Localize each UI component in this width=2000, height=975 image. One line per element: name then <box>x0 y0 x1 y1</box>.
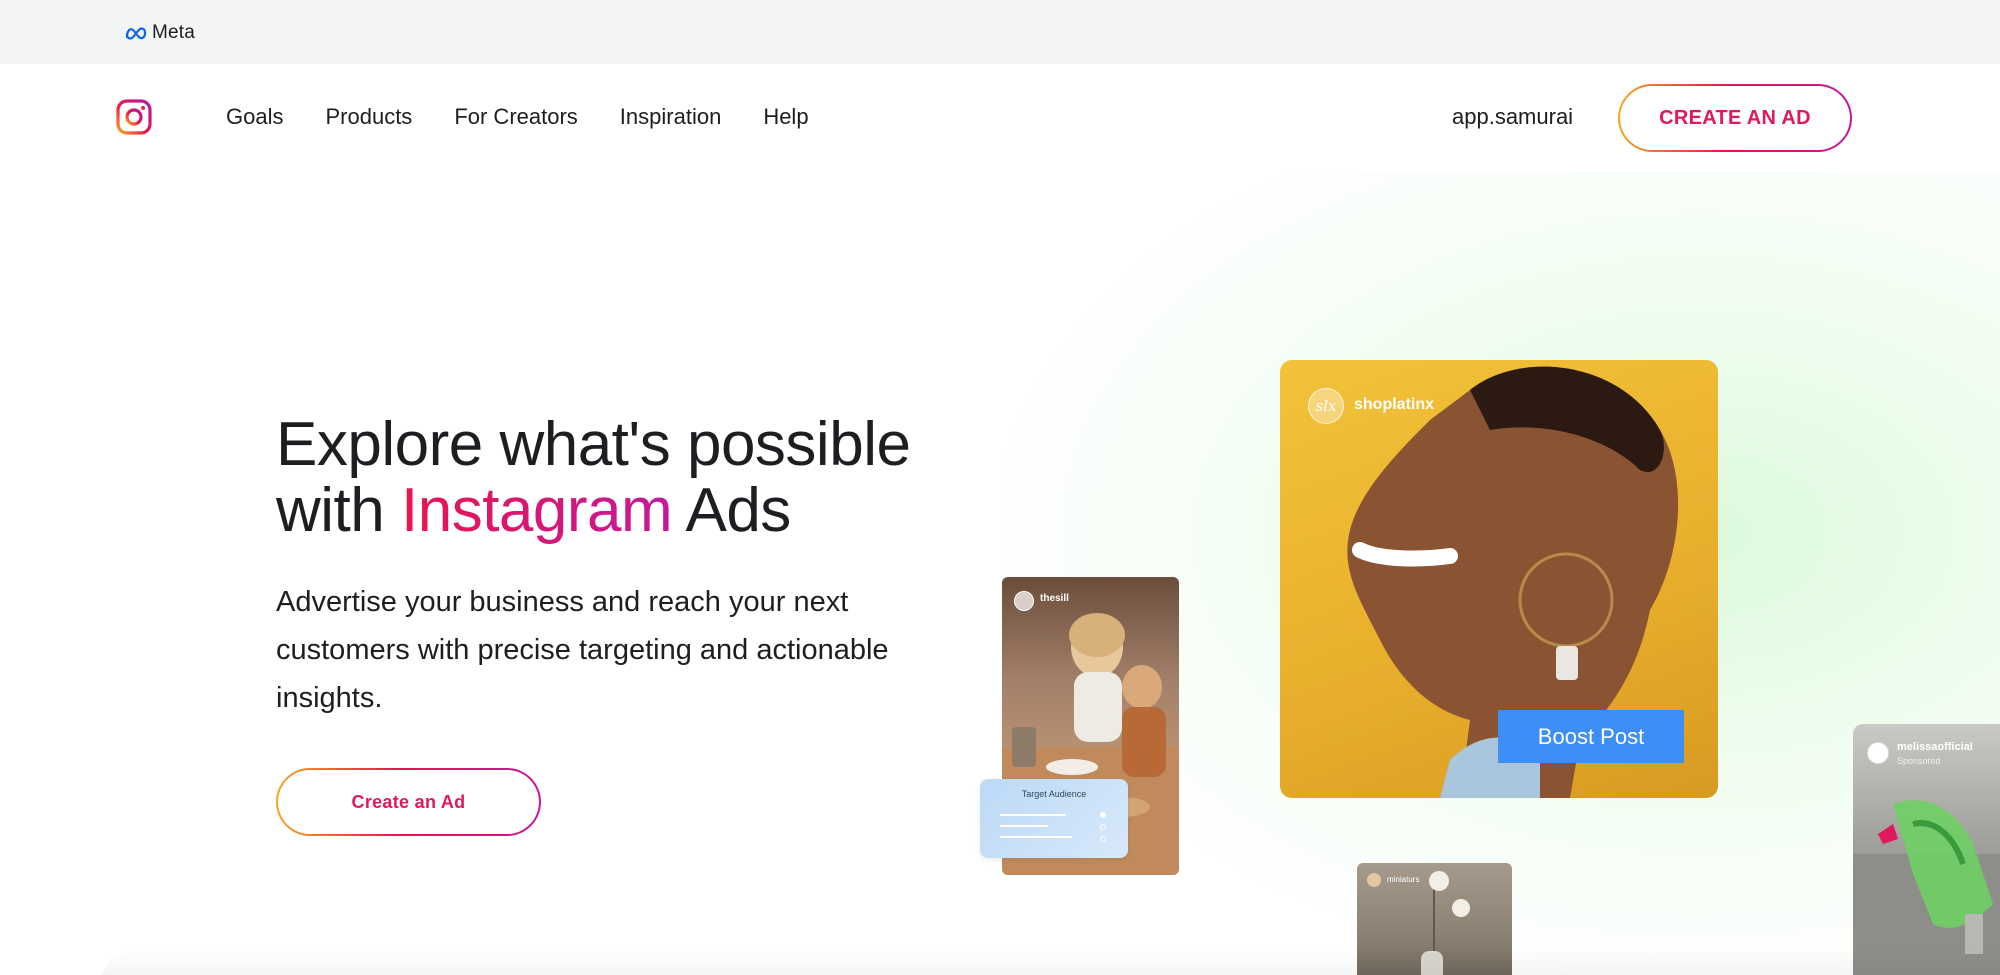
small-ad-avatar <box>1367 873 1381 887</box>
hero-title-accent: Instagram <box>400 476 673 545</box>
hero-title-line1: Explore what's possible <box>276 410 911 479</box>
nav-link-products[interactable]: Products <box>325 104 412 130</box>
target-audience-card: Target Audience <box>980 779 1128 858</box>
create-ad-hero-label: Create an Ad <box>278 770 539 834</box>
hero-title-suffix: Ads <box>672 476 791 545</box>
edge-ad-handle: melissaofficial <box>1897 741 1973 753</box>
hero-title: Explore what's possible with Instagram A… <box>276 412 976 544</box>
create-ad-top-label: CREATE AN AD <box>1620 86 1850 150</box>
account-name[interactable]: app.samurai <box>1452 104 1573 130</box>
target-audience-title: Target Audience <box>1021 789 1087 799</box>
meta-logo-icon <box>125 27 147 40</box>
target-radio-icon <box>1100 824 1106 830</box>
edge-ad-sponsored-label: Sponsored <box>1897 756 1941 766</box>
meta-top-bar: Meta <box>0 0 2000 64</box>
boost-post-button[interactable]: Boost Post <box>1498 710 1684 763</box>
nav-link-goals[interactable]: Goals <box>226 104 283 130</box>
target-option-line <box>1000 825 1048 827</box>
nav-link-help[interactable]: Help <box>763 104 808 130</box>
instagram-logo-icon[interactable] <box>116 99 152 135</box>
main-ad-card: slx shoplatinx Boost Post <box>1280 360 1718 798</box>
meta-brand-label: Meta <box>152 22 196 43</box>
nav-link-for-creators[interactable]: For Creators <box>454 104 577 130</box>
hero-subtitle: Advertise your business and reach your n… <box>276 586 889 714</box>
small-ad-handle: miniaturs <box>1387 875 1420 884</box>
target-radio-icon <box>1100 812 1106 818</box>
main-nav: Goals Products For Creators Inspiration … <box>0 64 2000 172</box>
nav-link-inspiration[interactable]: Inspiration <box>620 104 722 130</box>
nav-links: Goals Products For Creators Inspiration … <box>226 104 809 130</box>
target-radio-icon <box>1100 836 1106 842</box>
create-ad-top-button[interactable]: CREATE AN AD <box>1618 84 1852 152</box>
create-ad-hero-button[interactable]: Create an Ad <box>276 768 541 836</box>
target-option-line <box>1000 814 1066 816</box>
target-option-line <box>1000 836 1072 838</box>
edge-ad-avatar <box>1867 742 1889 764</box>
story-handle: thesill <box>1040 593 1069 604</box>
hero-title-prefix: with <box>276 476 401 545</box>
edge-ad-card: melissaofficial Sponsored <box>1853 724 2000 975</box>
story-avatar <box>1014 591 1034 611</box>
shop-avatar: slx <box>1308 388 1344 424</box>
section-divider-shadow <box>100 948 2000 975</box>
meta-logo[interactable]: Meta <box>124 22 195 44</box>
shop-handle: shoplatinx <box>1354 396 1435 413</box>
